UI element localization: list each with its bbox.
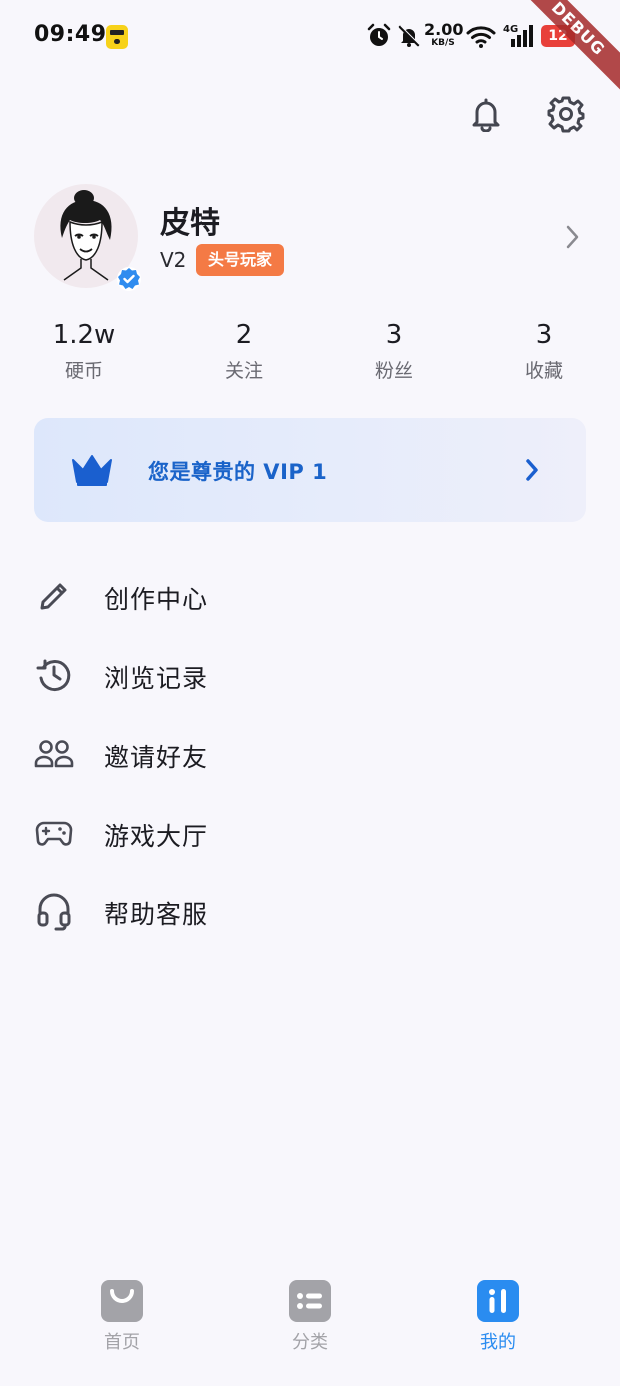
chevron-right-icon: [526, 459, 538, 481]
stat-value: 1.2w: [52, 320, 116, 350]
shop-bag-icon: [101, 1280, 143, 1322]
net-speed: 2.00 KB/S: [424, 20, 464, 48]
gamepad-icon: [34, 813, 74, 853]
stat-value: 3: [385, 320, 403, 350]
history-icon: [34, 655, 74, 695]
menu-item-invite-friends[interactable]: 邀请好友: [34, 724, 586, 784]
stat-label: 硬币: [64, 360, 103, 382]
status-bar: 09:49 2.00 KB/S 4G 12 DEBUG: [0, 0, 620, 102]
notifications-button[interactable]: [466, 94, 506, 134]
menu-item-game-hall[interactable]: 游戏大厅: [34, 803, 586, 863]
stat-label: 关注: [224, 360, 263, 382]
net-speed-value: 2.00: [424, 20, 464, 39]
username: 皮特: [160, 206, 220, 241]
stat-value: 3: [535, 320, 553, 350]
mute-icon: [398, 25, 420, 47]
app-notification-icon: [106, 25, 128, 49]
verified-badge-icon: [117, 267, 141, 291]
user-level: V2: [160, 248, 187, 272]
tab-label: 首页: [104, 1332, 140, 1353]
menu-label: 创作中心: [104, 585, 209, 614]
alarm-icon: [367, 23, 391, 46]
menu-label: 邀请好友: [104, 743, 209, 772]
profile-tab-icon: [477, 1280, 519, 1322]
tab-category[interactable]: 分类: [265, 1280, 355, 1353]
stat-followers[interactable]: 3 粉丝: [334, 318, 454, 383]
vip-status-text: 您是尊贵的 VIP 1: [148, 460, 328, 484]
status-time: 09:49: [34, 22, 107, 47]
list-icon: [289, 1280, 331, 1322]
title-tag: 头号玩家: [196, 244, 285, 276]
menu-item-help-support[interactable]: 帮助客服: [34, 881, 586, 941]
settings-button[interactable]: [546, 94, 586, 134]
net-speed-unit: KB/S: [431, 38, 455, 48]
menu-label: 浏览记录: [104, 664, 209, 693]
tab-home[interactable]: 首页: [77, 1280, 167, 1353]
vip-banner[interactable]: 您是尊贵的 VIP 1: [34, 418, 586, 522]
stat-favorites[interactable]: 3 收藏: [484, 318, 604, 383]
crown-icon: [72, 455, 112, 486]
tab-label: 分类: [292, 1332, 328, 1353]
menu-item-creation-center[interactable]: 创作中心: [34, 566, 586, 626]
pencil-icon: [34, 576, 74, 616]
menu-label: 游戏大厅: [104, 822, 209, 851]
menu-item-history[interactable]: 浏览记录: [34, 645, 586, 705]
wifi-icon: [466, 26, 496, 48]
tab-label: 我的: [480, 1332, 516, 1353]
stat-value: 2: [235, 320, 253, 350]
bell-icon: [472, 98, 500, 132]
tab-mine[interactable]: 我的: [453, 1280, 543, 1353]
chevron-right-icon[interactable]: [560, 222, 584, 252]
gear-icon: [547, 96, 585, 133]
people-icon: [34, 734, 74, 774]
headset-icon: [34, 891, 74, 931]
signal-icon: [511, 25, 533, 47]
stat-following[interactable]: 2 关注: [184, 318, 304, 383]
stat-label: 收藏: [524, 360, 563, 382]
stat-label: 粉丝: [374, 360, 413, 382]
debug-ribbon: DEBUG: [505, 0, 620, 102]
menu-label: 帮助客服: [104, 900, 209, 929]
stat-coins[interactable]: 1.2w 硬币: [24, 318, 144, 383]
